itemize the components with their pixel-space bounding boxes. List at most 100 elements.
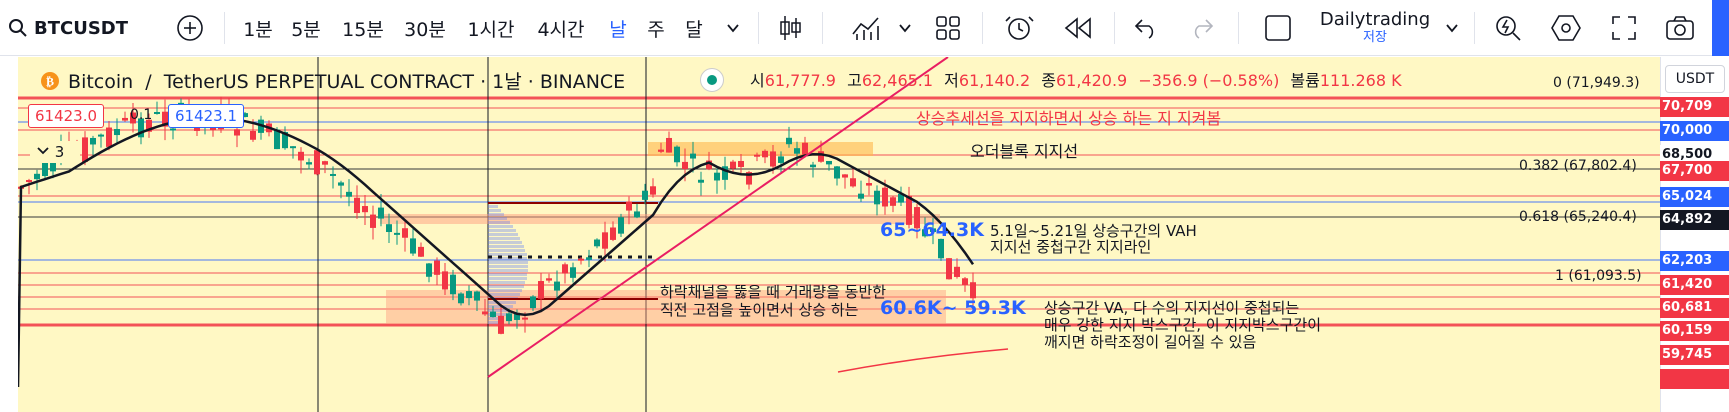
candle-body — [642, 190, 648, 200]
volume-profile-bar — [488, 213, 504, 216]
candle-body — [962, 278, 968, 285]
volume-profile-bar — [488, 265, 528, 268]
candle-body — [666, 137, 672, 153]
indicators-dropdown[interactable] — [892, 0, 918, 56]
high-value: 62,465.1 — [861, 71, 934, 90]
candle-body — [106, 127, 112, 147]
volume-profile-bar — [488, 301, 516, 304]
interval-1m[interactable]: 1분 — [240, 0, 276, 56]
currency-button[interactable]: USDT — [1665, 65, 1725, 93]
publish-button-edge[interactable] — [1712, 0, 1729, 56]
market-status-dot[interactable] — [700, 68, 724, 92]
interval-1mo[interactable]: 달 — [680, 0, 708, 56]
volume-profile-bar — [488, 209, 501, 212]
candle-body — [970, 282, 976, 299]
candle-body — [770, 151, 776, 167]
candle-body — [466, 291, 472, 299]
interval-dropdown[interactable] — [718, 0, 748, 56]
annotation-orderblock[interactable]: 오더블록 지지선 — [970, 138, 1078, 162]
candle-body — [474, 291, 480, 301]
settings-button[interactable] — [1546, 0, 1586, 56]
annotation-range-6059[interactable]: 60.6K~ 59.3K — [880, 297, 1026, 319]
candle-body — [34, 173, 40, 180]
candle-body — [154, 112, 160, 115]
fullscreen-button[interactable] — [1604, 0, 1644, 56]
interval-30m[interactable]: 30분 — [400, 0, 450, 56]
candle-body — [250, 130, 256, 140]
buy-button[interactable]: 61423.1 — [168, 104, 245, 128]
candle-body — [786, 137, 792, 145]
templates-button[interactable] — [930, 0, 966, 56]
undo-button[interactable] — [1128, 0, 1164, 56]
candle-body — [442, 271, 448, 290]
candle-body — [850, 178, 856, 187]
layout-name: Dailytrading — [1319, 9, 1431, 30]
axis-label-70709: 70,709 — [1660, 97, 1729, 117]
candle-body — [554, 281, 560, 291]
candle-body — [818, 151, 824, 162]
layout-dropdown[interactable] — [1440, 0, 1464, 56]
compare-add-button[interactable] — [172, 0, 208, 56]
interval-4h[interactable]: 4시간 — [532, 0, 590, 56]
interval-1d[interactable]: 날 — [604, 0, 632, 56]
interval-1h[interactable]: 1시간 — [463, 0, 519, 56]
sell-button[interactable]: 61423.0 — [28, 104, 105, 128]
bitcoin-icon: ₿ — [41, 72, 59, 90]
candle-body — [858, 193, 864, 199]
volume-profile-bar — [488, 261, 528, 264]
annotation-vah-line2[interactable]: 지지선 중첩구간 지지라인 — [990, 236, 1151, 257]
snapshot-button[interactable] — [1660, 0, 1700, 56]
candles-icon — [780, 16, 801, 40]
layout-name-button[interactable]: Dailytrading 저장 — [1304, 0, 1446, 56]
price-plot[interactable] — [18, 57, 1660, 412]
annotation-trend-support[interactable]: 상승추세선을 지지하면서 상승 하는 지 지켜봄 — [916, 105, 1221, 129]
toolbar-divider — [822, 12, 823, 44]
volume-profile-bar — [488, 277, 527, 280]
volume-profile-bar — [488, 237, 520, 240]
redo-button[interactable] — [1184, 0, 1220, 56]
fullscreen-icon — [1612, 16, 1636, 40]
replay-button[interactable] — [1058, 0, 1098, 56]
layout-toggle-button[interactable] — [1262, 0, 1294, 56]
alarm-clock-icon — [1005, 16, 1034, 40]
alert-button[interactable] — [1000, 0, 1040, 56]
chart-type-button[interactable] — [772, 0, 808, 56]
svg-text:₿: ₿ — [46, 75, 54, 89]
chart-pane[interactable]: ₿ Bitcoin / TetherUS PERPETUAL CONTRACT … — [0, 57, 1729, 412]
candle-body — [834, 166, 840, 179]
annotation-breakout-line2[interactable]: 직전 고점을 높이면서 상승 하는 — [660, 299, 858, 320]
left-gutter — [0, 57, 18, 412]
undo-icon — [1134, 19, 1154, 39]
quick-search-button[interactable] — [1488, 0, 1528, 56]
low-value: 61,140.2 — [958, 71, 1031, 90]
candle-body — [170, 128, 176, 131]
axis-label-64892: 64,892 — [1660, 210, 1729, 230]
fib-level-0618: 0.618 (65,240.4) — [1519, 209, 1637, 225]
volume-profile-bar — [488, 249, 525, 252]
ohlc-values: 시61,777.9 고62,465.1 저61,140.2 종61,420.9 … — [750, 71, 1402, 90]
axis-label-59745: 59,745 — [1660, 345, 1729, 365]
open-value: 61,777.9 — [764, 71, 836, 90]
candle-body — [394, 232, 400, 235]
candle-body — [810, 164, 816, 168]
axis-label-70000: 70,000 — [1660, 121, 1729, 141]
square-icon — [1265, 15, 1291, 41]
symbol-legend[interactable]: ₿ Bitcoin / TetherUS PERPETUAL CONTRACT … — [40, 67, 625, 94]
candle-body — [586, 257, 592, 260]
fib-level-1: 1 (61,093.5) — [1555, 268, 1642, 284]
candle-body — [306, 162, 312, 165]
interval-15m[interactable]: 15분 — [340, 0, 386, 56]
annotation-box-line3[interactable]: 깨지면 하락조정이 길어질 수 있음 — [1044, 331, 1256, 352]
interval-1w[interactable]: 주 — [642, 0, 670, 56]
candle-body — [322, 161, 328, 165]
candle-body — [946, 258, 952, 280]
camera-icon — [1666, 16, 1694, 40]
indicators-button[interactable] — [846, 0, 886, 56]
annotation-range-6564[interactable]: 65~64.3K — [880, 219, 984, 241]
indicators-collapse[interactable]: 3 — [30, 141, 80, 163]
symbol-search[interactable]: BTCUSDT — [8, 0, 158, 56]
interval-5m[interactable]: 5분 — [288, 0, 324, 56]
rewind-icon — [1064, 17, 1091, 39]
candle-body — [114, 129, 120, 136]
volume-profile-bar — [488, 245, 524, 248]
